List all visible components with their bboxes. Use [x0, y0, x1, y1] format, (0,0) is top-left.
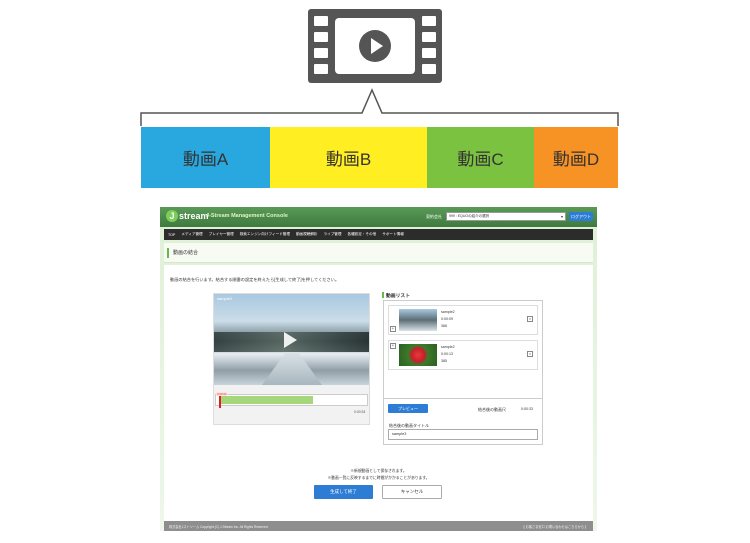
video-frame[interactable]: sample2	[214, 294, 369, 385]
item-name: sample2	[441, 345, 455, 349]
play-icon	[359, 30, 391, 62]
cancel-button[interactable]: キャンセル	[382, 485, 442, 499]
app-header: J stream J-Stream Management Console 契約会…	[160, 207, 597, 227]
film-hole	[314, 32, 328, 42]
video-label: sample2	[217, 296, 233, 301]
video-scene-river	[262, 352, 322, 385]
video-player: sample2 0:00:00 0:00:33	[213, 293, 370, 425]
thumbnail	[399, 309, 437, 331]
page-title: 動画の結合	[173, 250, 199, 256]
film-hole	[422, 32, 436, 42]
save-note: ※新規動画として保存されます。	[350, 469, 407, 473]
bracket-connector	[140, 88, 619, 126]
segment-b: 動画B	[270, 127, 427, 188]
item-duration: 0:00:09	[441, 317, 453, 321]
contract-label: 契約会社	[426, 214, 442, 219]
instruction-text: 動画の結合を行います。結合する順番の設定を終えたら[生成して終了]を押してくださ…	[170, 277, 340, 282]
film-screen	[335, 18, 415, 74]
play-icon[interactable]	[284, 332, 297, 348]
contact-link[interactable]: 【 お客さま窓口 お問い合わせはこちらから 】	[522, 524, 588, 529]
contract-select[interactable]: 999 : EQUOの紹介の選択 ▾	[446, 212, 566, 221]
item-name: sample2	[441, 310, 455, 314]
chevron-down-icon: ▾	[560, 214, 563, 219]
generate-and-finish-button[interactable]: 生成して終了	[314, 485, 373, 499]
copyright: 株式会社Jストリーム Copyright (C) J-Stream Inc. A…	[169, 525, 269, 529]
video-duration: 0:00:33	[354, 410, 366, 414]
video-list-title: 動画リスト	[382, 292, 410, 299]
logo: J stream	[166, 210, 209, 222]
film-hole	[314, 48, 328, 58]
segment-d: 動画D	[534, 127, 618, 188]
film-hole	[314, 64, 328, 74]
logo-mark: J	[166, 210, 178, 222]
nav-item-feed[interactable]: 検索エンジン向けフィード管理	[240, 232, 290, 237]
app-footer: 株式会社Jストリーム Copyright (C) J-Stream Inc. A…	[164, 521, 593, 531]
film-strip-play-icon	[308, 9, 442, 83]
video-segment-bar: 動画A 動画B 動画C 動画D	[141, 127, 618, 188]
console-title: J-Stream Management Console	[206, 213, 288, 219]
nav-item-top[interactable]: TOP	[168, 233, 175, 237]
logout-button[interactable]: ログアウト	[569, 212, 593, 221]
total-duration-label: 結合後の動画尺	[478, 407, 506, 412]
film-hole	[422, 48, 436, 58]
item-count: 385	[441, 359, 447, 363]
timeline-fill	[220, 396, 313, 404]
main-content: 動画の結合を行います。結合する順番の設定を終えたら[生成して終了]を押してくださ…	[164, 265, 593, 521]
remove-icon[interactable]: ×	[527, 316, 533, 322]
remove-icon[interactable]: ×	[527, 351, 533, 357]
console-screenshot: J stream J-Stream Management Console 契約会…	[160, 207, 597, 531]
film-hole	[314, 16, 328, 26]
preview-panel: プレビュー 結合後の動画尺 0:00:33 結合後の動画タイトル sample3	[383, 399, 543, 445]
film-hole	[422, 64, 436, 74]
video-list-title-text: 動画リスト	[386, 294, 410, 299]
preview-button[interactable]: プレビュー	[388, 404, 428, 413]
timeline[interactable]: 0:00:00	[215, 392, 368, 408]
item-duration: 0:00:13	[441, 352, 453, 356]
contract-value: 999 : EQUOの紹介の選択	[449, 214, 490, 218]
nav-item-analytics[interactable]: 動画視聴解析	[296, 232, 318, 237]
video-list: + sample2 0:00:09 366 × + sample2 0:00:1…	[383, 300, 543, 399]
list-item[interactable]: + sample2 0:00:09 366 ×	[388, 305, 538, 335]
timeline-marker-label: 0:00:00	[216, 392, 228, 396]
main-nav: TOP メディア管理 プレイヤー管理 検索エンジン向けフィード管理 動画視聴解析…	[164, 229, 593, 240]
merged-title-input[interactable]: sample3	[388, 429, 538, 440]
item-count: 366	[441, 324, 447, 328]
page-header: 動画の結合	[164, 243, 593, 263]
title-accent	[167, 248, 169, 258]
segment-a: 動画A	[141, 127, 270, 188]
nav-item-support[interactable]: サポート情報	[382, 232, 404, 237]
nav-item-settings[interactable]: 各種設定・その他	[347, 232, 376, 237]
total-duration-value: 0:00:33	[521, 407, 533, 411]
list-item[interactable]: + sample2 0:00:13 385 ×	[388, 340, 538, 370]
film-hole	[422, 16, 436, 26]
add-icon[interactable]: +	[390, 343, 396, 349]
thumbnail	[399, 344, 437, 366]
logo-text: stream	[179, 211, 209, 221]
segment-c: 動画C	[427, 127, 534, 188]
title-accent	[382, 292, 384, 298]
add-icon[interactable]: +	[390, 326, 396, 332]
reflect-note: ※動画一覧に反映するまでに時間がかかることがあります。	[327, 476, 430, 480]
nav-item-player[interactable]: プレイヤー管理	[209, 232, 234, 237]
nav-item-media[interactable]: メディア管理	[181, 232, 202, 237]
nav-item-live[interactable]: ライブ管理	[324, 232, 342, 237]
